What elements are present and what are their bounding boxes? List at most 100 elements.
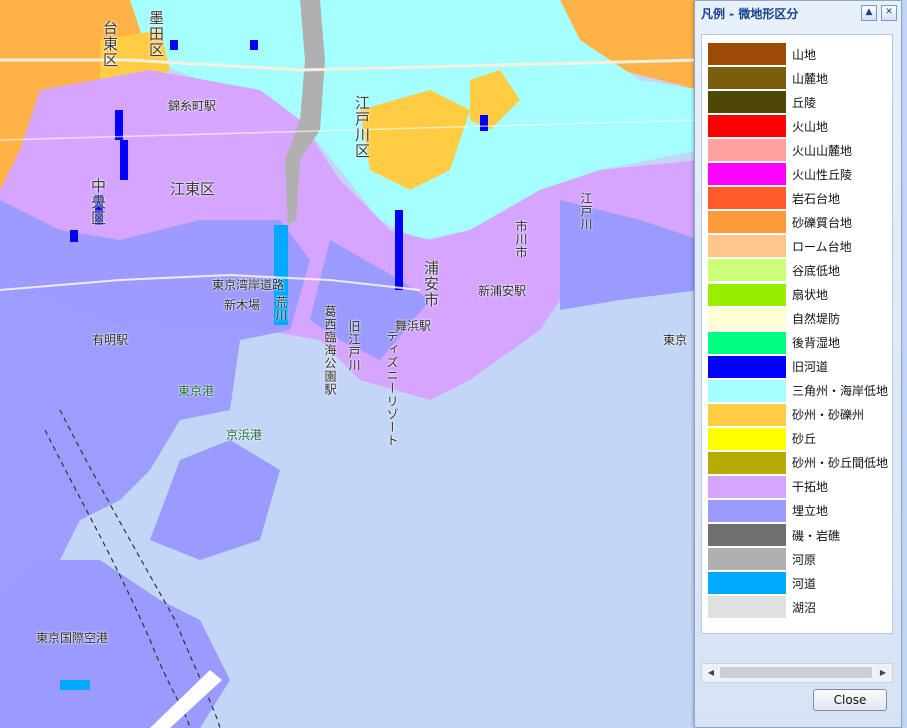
legend-label: 河原 [792, 552, 817, 567]
map-label-sumida-ku: 墨田区 [147, 10, 165, 58]
map-label-shinkiba: 新木場 [224, 298, 261, 312]
legend-swatch [708, 475, 786, 498]
map-label-chuo-ku: 中央区 [89, 178, 107, 226]
legend-swatch [708, 331, 786, 354]
legend-label: 河道 [792, 576, 817, 591]
legend-label: 谷底低地 [792, 263, 841, 278]
legend-swatch [708, 163, 786, 186]
legend-item: 河原 [708, 548, 817, 571]
legend-item: 河道 [708, 572, 817, 595]
legend-swatch [708, 283, 786, 306]
legend-swatch [708, 115, 786, 138]
legend-item: 扇状地 [708, 283, 829, 306]
map-label-disney: ディズニーリゾート [385, 330, 399, 447]
legend-item: 自然堤防 [708, 307, 841, 330]
legend-swatch [708, 548, 786, 571]
legend-label: 後背湿地 [792, 336, 841, 351]
legend-item: ローム台地 [708, 235, 852, 258]
legend-swatch [708, 211, 786, 234]
map-label-tokyo-right: 東京 [663, 333, 688, 347]
legend-swatch [708, 43, 786, 65]
legend-item: 山地 [708, 43, 816, 65]
map-label-arakawa: 荒川 [274, 296, 288, 322]
legend-item: 干拓地 [708, 475, 829, 498]
legend-item: 砂丘 [708, 427, 817, 450]
legend-item: 埋立地 [708, 499, 829, 522]
map-label-urayasu-shi: 浦安市 [422, 260, 440, 308]
legend-swatch [708, 187, 786, 210]
map-label-taito-ku: 台東区 [101, 20, 119, 68]
legend-item: 砂州・砂礫州 [708, 403, 865, 426]
legend-swatch [708, 379, 786, 402]
close-icon[interactable]: ✕ [881, 5, 897, 21]
legend-label: 火山地 [792, 119, 829, 134]
scroll-left-icon[interactable]: ◀ [703, 664, 719, 682]
legend-swatch [708, 451, 786, 474]
legend-item: 谷底低地 [708, 259, 841, 282]
legend-label: 丘陵 [792, 95, 817, 110]
legend-title: 凡例 - 微地形区分 [701, 6, 799, 21]
legend-label: 干拓地 [792, 480, 829, 495]
legend-item: 丘陵 [708, 91, 817, 114]
legend-item: 火山性丘陵 [708, 163, 852, 186]
legend-panel[interactable]: 凡例 - 微地形区分 ▲ ✕ 山地山麓地丘陵火山地火山山麓地火山性丘陵岩石台地砂… [694, 0, 902, 728]
horizontal-scrollbar[interactable]: ◀ ▶ [701, 663, 893, 683]
legend-item: 旧河道 [708, 355, 829, 378]
scrollbar-thumb[interactable] [720, 667, 872, 678]
map-label-keihin-port: 京浜港 [226, 428, 263, 442]
legend-swatch [708, 355, 786, 378]
scroll-right-icon[interactable]: ▶ [875, 664, 891, 682]
legend-swatch [708, 307, 786, 330]
legend-label: 自然堤防 [792, 312, 841, 327]
legend-swatch [708, 235, 786, 258]
map-label-kinshicho: 錦糸町駅 [168, 99, 217, 113]
map-label-shin-urayasu: 新浦安駅 [478, 284, 527, 298]
collapse-icon[interactable]: ▲ [861, 5, 877, 21]
map-label-old-edogawa: 旧江戸川 [347, 320, 361, 372]
legend-swatch [708, 499, 786, 522]
legend-label: 火山山麓地 [792, 143, 853, 158]
map-label-tokyo-port: 東京港 [178, 384, 215, 398]
legend-label: 湖沼 [792, 600, 817, 615]
legend-item: 後背湿地 [708, 331, 841, 354]
legend-label: 旧河道 [792, 360, 829, 375]
legend-label: 岩石台地 [792, 191, 841, 206]
legend-swatch [708, 139, 786, 162]
legend-label: 砂礫質台地 [792, 215, 853, 230]
legend-swatch [708, 259, 786, 282]
map-label-ichikawa-shi: 市川市 [514, 220, 528, 259]
map-label-wangan: 東京湾岸道路 [212, 278, 285, 292]
legend-label: 山地 [792, 47, 817, 62]
legend-label: 扇状地 [792, 288, 829, 302]
legend-titlebar[interactable]: 凡例 - 微地形区分 ▲ ✕ [695, 1, 901, 25]
legend-item: 火山地 [708, 115, 829, 138]
legend-item: 火山山麓地 [708, 139, 853, 162]
legend-swatch [708, 427, 786, 450]
legend-label: 三角州・海岸低地 [792, 384, 889, 399]
legend-swatch [708, 403, 786, 426]
legend-item: 山麓地 [708, 67, 828, 90]
legend-swatch [708, 596, 786, 619]
legend-swatch [708, 91, 786, 114]
legend-label: 埋立地 [792, 504, 829, 519]
legend-swatch [708, 67, 786, 90]
legend-item: 磯・岩礁 [708, 524, 840, 546]
legend-label: 砂州・砂礫州 [792, 408, 865, 423]
legend-item: 湖沼 [708, 596, 817, 619]
map-label-ariake: 有明駅 [92, 333, 129, 347]
legend-list[interactable]: 山地山麓地丘陵火山地火山山麓地火山性丘陵岩石台地砂礫質台地ローム台地谷底低地扇状… [701, 34, 893, 634]
legend-label: 砂丘 [792, 432, 817, 447]
close-button[interactable]: Close [813, 689, 887, 711]
legend-label: ローム台地 [792, 239, 852, 254]
map-label-edogawa-ku: 江戸川区 [353, 95, 371, 159]
map-label-kasai-park: 葛西臨海公園駅 [323, 305, 337, 396]
legend-item: 三角州・海岸低地 [708, 379, 889, 402]
legend-label: 砂州・砂丘間低地 [792, 456, 889, 471]
map-label-koto-ku: 江東区 [170, 180, 216, 198]
legend-item: 砂州・砂丘間低地 [708, 451, 889, 474]
legend-swatch [708, 572, 786, 595]
map-label-haneda: 東京国際空港 [36, 631, 109, 645]
legend-item: 砂礫質台地 [708, 211, 853, 234]
legend-item: 岩石台地 [708, 187, 841, 210]
legend-swatch [708, 524, 786, 546]
